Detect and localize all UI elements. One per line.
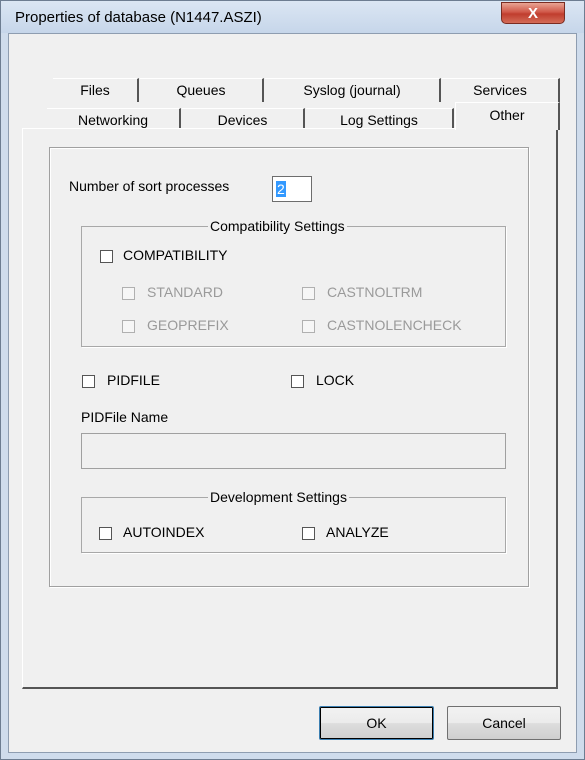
analyze-checkbox[interactable] — [302, 527, 315, 540]
pidfile-label: PIDFILE — [107, 372, 160, 388]
sort-processes-input[interactable]: 2 — [272, 176, 312, 202]
analyze-label: ANALYZE — [326, 524, 389, 540]
lock-checkbox[interactable] — [291, 375, 304, 388]
sort-processes-value: 2 — [276, 181, 286, 197]
compatibility-label: COMPATIBILITY — [123, 247, 228, 263]
castnoltrm-label: CASTNOLTRM — [327, 284, 423, 300]
properties-dialog: Properties of database (N1447.ASZI) X Fi… — [0, 0, 585, 760]
castnolencheck-checkbox[interactable] — [302, 320, 315, 333]
lock-label: LOCK — [316, 372, 355, 388]
development-group-title: Development Settings — [208, 489, 349, 505]
close-icon: X — [527, 5, 538, 22]
tab-syslog[interactable]: Syslog (journal) — [265, 78, 441, 102]
pidfile-name-label: PIDFile Name — [81, 409, 169, 425]
ok-button[interactable]: OK — [319, 706, 434, 740]
close-button[interactable]: X — [501, 2, 565, 24]
compatibility-group-title: Compatibility Settings — [208, 218, 347, 234]
tab-other[interactable]: Other — [455, 102, 560, 130]
standard-label: STANDARD — [147, 284, 223, 300]
standard-checkbox[interactable] — [122, 287, 135, 300]
geoprefix-label: GEOPREFIX — [147, 317, 229, 333]
geoprefix-checkbox[interactable] — [122, 320, 135, 333]
window-title: Properties of database (N1447.ASZI) — [15, 9, 262, 26]
pidfile-checkbox[interactable] — [82, 375, 95, 388]
title-bar[interactable]: Properties of database (N1447.ASZI) X — [1, 1, 584, 33]
autoindex-checkbox[interactable] — [99, 527, 112, 540]
tab-files[interactable]: Files — [53, 78, 139, 102]
compatibility-checkbox[interactable] — [100, 250, 113, 263]
tab-queues[interactable]: Queues — [140, 78, 264, 102]
tab-services[interactable]: Services — [442, 78, 560, 102]
sort-processes-label: Number of sort processes — [69, 178, 230, 194]
castnoltrm-checkbox[interactable] — [302, 287, 315, 300]
pidfile-name-input[interactable] — [81, 433, 506, 469]
cancel-button[interactable]: Cancel — [447, 706, 561, 740]
castnolencheck-label: CASTNOLENCHECK — [327, 317, 462, 333]
autoindex-label: AUTOINDEX — [123, 524, 205, 540]
